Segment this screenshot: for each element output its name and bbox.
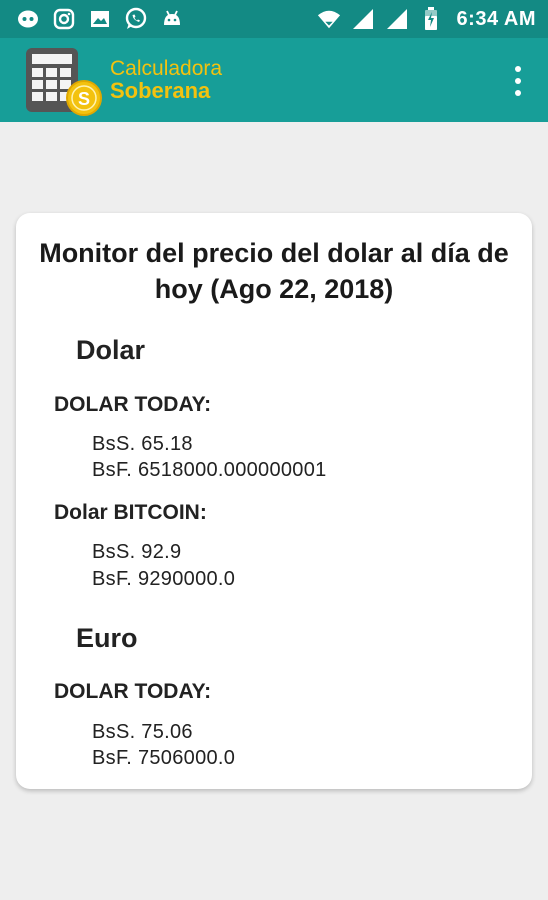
price-monitor-card: Monitor del precio del dolar al día de h… [16, 213, 532, 789]
whatsapp-icon [124, 7, 148, 31]
price-bsf: BsF. 7506000.0 [92, 747, 236, 769]
price-bsf: BsF. 6518000.000000001 [92, 459, 327, 481]
section-title-euro: Euro [76, 623, 138, 653]
wifi-icon [317, 7, 341, 31]
image-icon [88, 7, 112, 31]
price-bsf: BsF. 9290000.0 [92, 568, 236, 590]
android-icon [160, 7, 184, 31]
signal-icon [351, 7, 375, 31]
card-title: Monitor del precio del dolar al día de h… [39, 238, 509, 304]
calculator-coin-logo: S [24, 46, 108, 116]
battery-charging-icon [419, 7, 443, 31]
source-label-dolar-today: DOLAR TODAY: [54, 393, 212, 416]
app-brand: Calculadora Soberana [110, 58, 222, 102]
signal-icon [385, 7, 409, 31]
instagram-icon [52, 7, 76, 31]
brand-line-2: Soberana [110, 78, 211, 103]
section-title-dolar: Dolar [76, 335, 146, 365]
more-vert-icon[interactable] [506, 66, 530, 96]
price-bss: BsS. 92.9 [92, 541, 182, 563]
discord-icon [16, 7, 40, 31]
source-label-dolar-bitcoin: Dolar BITCOIN: [54, 501, 207, 524]
brand-line-1: Calculadora [110, 57, 223, 80]
status-time: 6:34 AM [456, 7, 536, 30]
app-toolbar: S Calculadora Soberana [0, 38, 548, 122]
price-bss: BsS. 65.18 [92, 433, 193, 455]
svg-text:S: S [78, 89, 90, 109]
source-label-dolar-today: DOLAR TODAY: [54, 680, 212, 703]
price-bss: BsS. 75.06 [92, 721, 193, 743]
status-bar: 6:34 AM [0, 0, 548, 38]
